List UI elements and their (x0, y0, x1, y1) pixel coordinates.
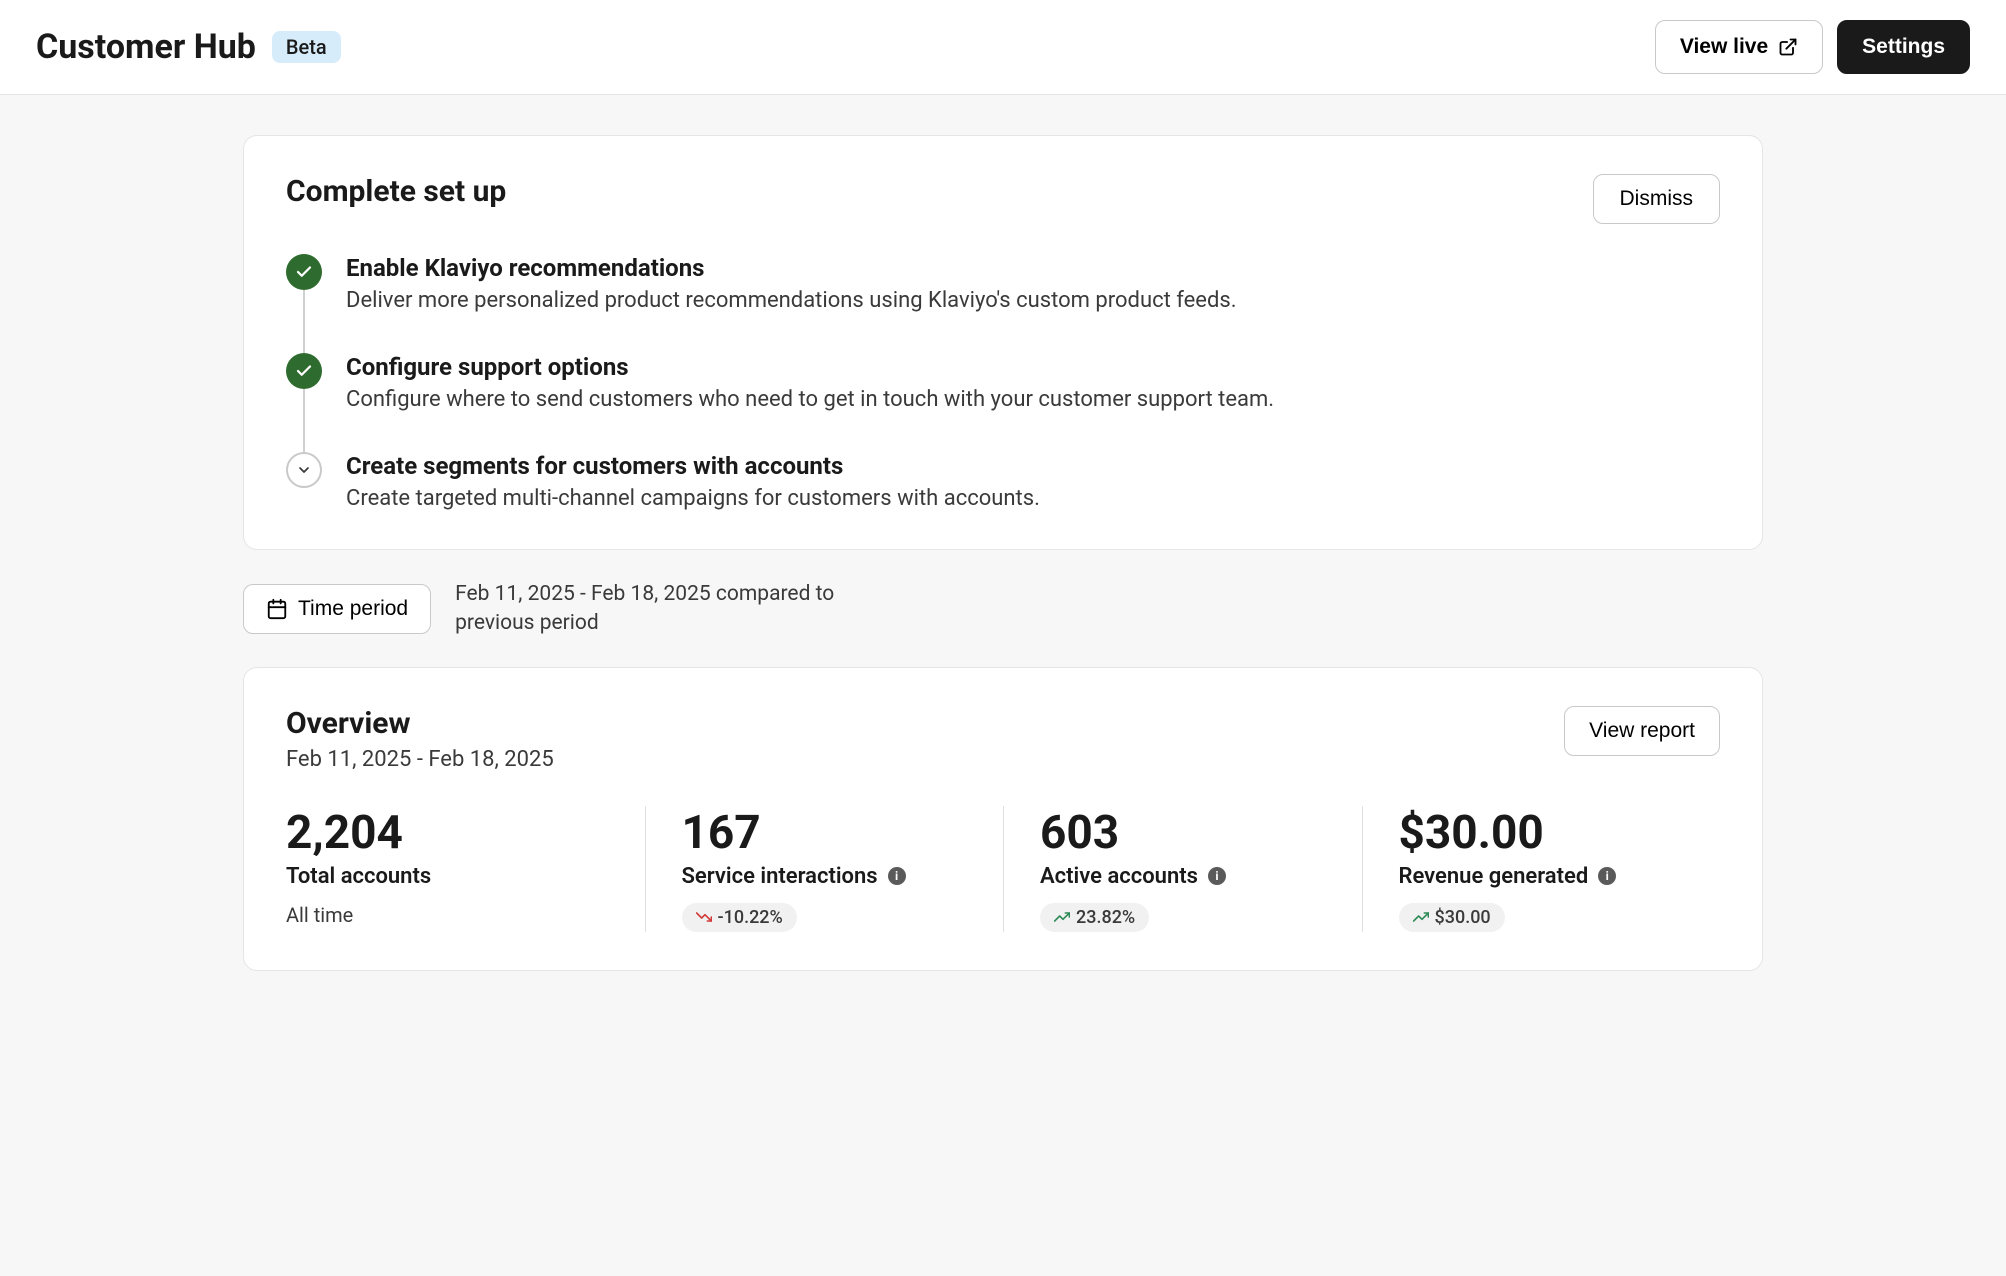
metric-delta-chip: 23.82% (1040, 903, 1149, 932)
metric-delta-chip: -10.22% (682, 903, 797, 932)
setup-step-title: Configure support options (346, 353, 1720, 381)
metric-label-row: Active accounts i (1040, 864, 1326, 889)
info-icon[interactable]: i (1208, 867, 1226, 885)
beta-badge: Beta (272, 31, 341, 63)
time-period-row: Time period Feb 11, 2025 - Feb 18, 2025 … (243, 580, 1763, 639)
metric-delta: $30.00 (1435, 907, 1491, 928)
setup-step[interactable]: Configure support options Configure wher… (286, 353, 1720, 452)
setup-step-desc: Create targeted multi-channel campaigns … (346, 486, 1720, 511)
overview-titles: Overview Feb 11, 2025 - Feb 18, 2025 (286, 706, 554, 772)
view-live-button[interactable]: View live (1655, 20, 1823, 74)
metric-delta: 23.82% (1076, 907, 1135, 928)
step-connector (303, 389, 305, 454)
setup-card: Complete set up Dismiss Enable Klaviyo r… (243, 135, 1763, 550)
time-period-label: Time period (298, 597, 408, 621)
main-content: Complete set up Dismiss Enable Klaviyo r… (123, 95, 1883, 1021)
check-icon (286, 254, 322, 290)
metric-sublabel: All time (286, 903, 609, 927)
setup-steps: Enable Klaviyo recommendations Deliver m… (286, 254, 1720, 511)
metric-label-row: Service interactions i (682, 864, 968, 889)
metric-value: 167 (682, 806, 968, 860)
metric-total-accounts: 2,204 Total accounts All time (286, 806, 645, 932)
metric-delta: -10.22% (718, 907, 783, 928)
trend-down-icon (696, 909, 712, 925)
metric-value: 2,204 (286, 806, 609, 860)
metric-service-interactions: 167 Service interactions i -10.22% (645, 806, 1004, 932)
metric-value: $30.00 (1399, 806, 1685, 860)
settings-label: Settings (1862, 35, 1945, 59)
metric-label: Revenue generated (1399, 864, 1589, 889)
metric-label-row: Total accounts (286, 864, 609, 889)
trend-up-icon (1054, 909, 1070, 925)
setup-step-body: Configure support options Configure wher… (346, 353, 1720, 412)
metric-label: Active accounts (1040, 864, 1198, 889)
metric-value: 603 (1040, 806, 1326, 860)
time-period-button[interactable]: Time period (243, 584, 431, 634)
metric-label: Service interactions (682, 864, 878, 889)
dismiss-button[interactable]: Dismiss (1593, 174, 1721, 224)
setup-step-title: Create segments for customers with accou… (346, 452, 1720, 480)
step-connector (303, 290, 305, 355)
info-icon[interactable]: i (888, 867, 906, 885)
overview-subtitle: Feb 11, 2025 - Feb 18, 2025 (286, 747, 554, 772)
trend-up-icon (1413, 909, 1429, 925)
setup-step-body: Enable Klaviyo recommendations Deliver m… (346, 254, 1720, 313)
external-link-icon (1778, 37, 1798, 57)
setup-step-desc: Configure where to send customers who ne… (346, 387, 1720, 412)
header-actions: View live Settings (1655, 20, 1970, 74)
info-icon[interactable]: i (1598, 867, 1616, 885)
metric-revenue-generated: $30.00 Revenue generated i $30.00 (1362, 806, 1721, 932)
setup-step-title: Enable Klaviyo recommendations (346, 254, 1720, 282)
setup-step[interactable]: Enable Klaviyo recommendations Deliver m… (286, 254, 1720, 353)
view-live-label: View live (1680, 35, 1768, 59)
settings-button[interactable]: Settings (1837, 20, 1970, 74)
header-left: Customer Hub Beta (36, 27, 341, 67)
view-report-button[interactable]: View report (1564, 706, 1720, 756)
metric-delta-chip: $30.00 (1399, 903, 1505, 932)
setup-card-header: Complete set up Dismiss (286, 174, 1720, 224)
metric-label: Total accounts (286, 864, 431, 889)
metric-label-row: Revenue generated i (1399, 864, 1685, 889)
overview-metrics: 2,204 Total accounts All time 167 Servic… (286, 806, 1720, 932)
metric-active-accounts: 603 Active accounts i 23.82% (1003, 806, 1362, 932)
time-period-description: Feb 11, 2025 - Feb 18, 2025 compared to … (455, 580, 895, 639)
overview-title: Overview (286, 706, 554, 741)
overview-card: Overview Feb 11, 2025 - Feb 18, 2025 Vie… (243, 667, 1763, 971)
setup-step[interactable]: Create segments for customers with accou… (286, 452, 1720, 511)
setup-step-body: Create segments for customers with accou… (346, 452, 1720, 511)
page-header: Customer Hub Beta View live Settings (0, 0, 2006, 95)
calendar-icon (266, 598, 288, 620)
setup-card-title: Complete set up (286, 174, 506, 209)
setup-step-desc: Deliver more personalized product recomm… (346, 288, 1720, 313)
page-title: Customer Hub (36, 27, 256, 67)
chevron-down-icon (286, 452, 322, 488)
check-icon (286, 353, 322, 389)
overview-header: Overview Feb 11, 2025 - Feb 18, 2025 Vie… (286, 706, 1720, 772)
